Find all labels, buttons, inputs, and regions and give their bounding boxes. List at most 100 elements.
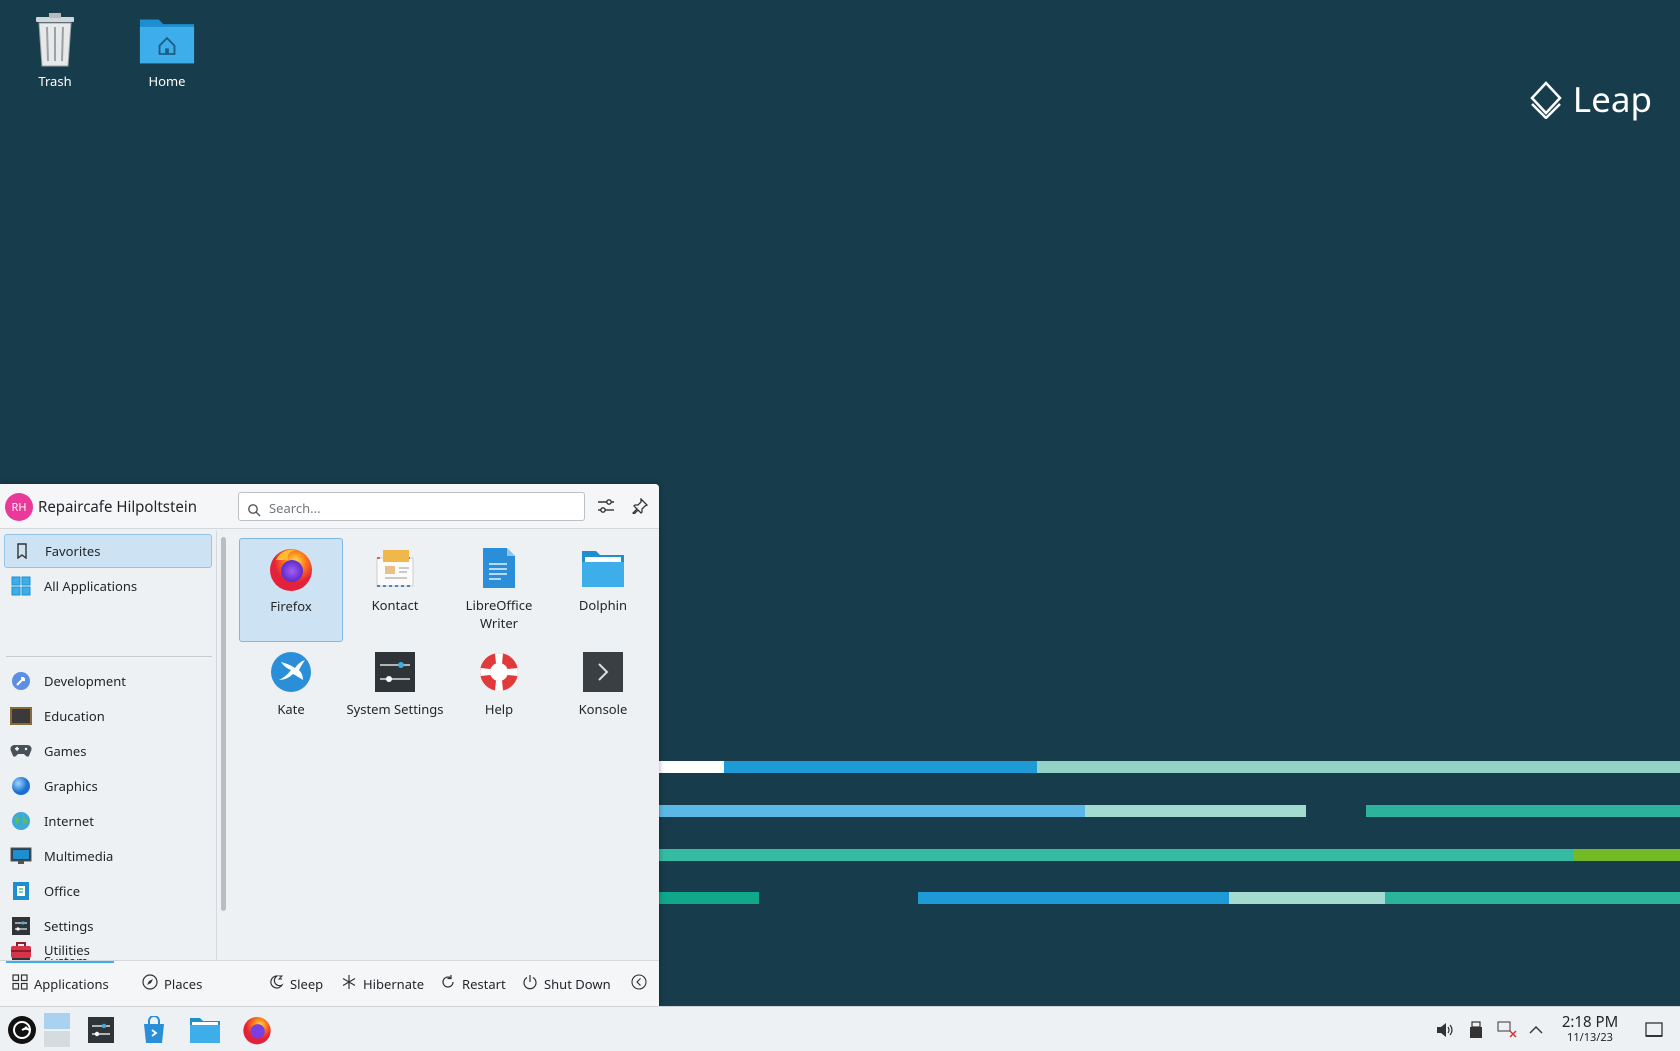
more-actions-button[interactable] (631, 974, 647, 994)
gamepad-icon (10, 740, 32, 762)
category-education[interactable]: Education (4, 699, 212, 733)
category-office[interactable]: Office (4, 874, 212, 908)
power-icon (522, 974, 538, 994)
home-folder-icon (139, 12, 195, 68)
development-icon (10, 670, 32, 692)
tab-label: Places (164, 975, 203, 993)
system-settings-icon (88, 1017, 114, 1043)
volume-button[interactable] (1428, 1013, 1462, 1047)
user-name: Repaircafe Hilpoltstein (38, 497, 197, 517)
search-input[interactable] (267, 498, 571, 518)
tab-label: Applications (34, 975, 109, 993)
globe-icon (10, 810, 32, 832)
app-kontact[interactable]: Kontact (343, 538, 447, 642)
usb-icon (1470, 1021, 1482, 1038)
category-label: Graphics (44, 777, 98, 795)
app-label: LibreOffice Writer (465, 596, 533, 632)
snowflake-icon (341, 974, 357, 994)
discover-icon (144, 1016, 164, 1043)
multimedia-icon (10, 845, 32, 867)
taskbar-firefox[interactable] (240, 1013, 274, 1047)
bookmark-icon (11, 540, 33, 562)
button-label: Shut Down (544, 975, 611, 993)
separator (6, 656, 212, 657)
folder-icon (190, 1018, 220, 1043)
system-settings-icon (371, 648, 419, 696)
help-icon (475, 648, 523, 696)
category-games[interactable]: Games (4, 734, 212, 768)
chevron-left-icon (631, 974, 647, 994)
tab-places[interactable]: Places (142, 974, 202, 994)
category-favorites[interactable]: Favorites (4, 534, 212, 568)
sidebar-scrollbar[interactable] (221, 537, 226, 911)
clock-time: 2:18 PM (1561, 1012, 1619, 1032)
category-multimedia[interactable]: Multimedia (4, 839, 212, 873)
pin-button[interactable] (628, 494, 652, 518)
clock-date: 11/13/23 (1567, 1030, 1613, 1045)
category-all-applications[interactable]: All Applications (4, 569, 212, 603)
opensuse-icon (8, 1016, 36, 1044)
show-hidden-tray-button[interactable] (1519, 1013, 1553, 1047)
sleep-button[interactable]: Sleep (268, 974, 323, 994)
app-system-settings[interactable]: System Settings (343, 642, 447, 746)
app-help[interactable]: Help (447, 642, 551, 746)
pager-icon (44, 1013, 70, 1047)
app-firefox[interactable]: Firefox (239, 538, 343, 642)
category-label: Office (44, 882, 81, 900)
category-graphics[interactable]: Graphics (4, 769, 212, 803)
taskbar-dolphin[interactable] (188, 1013, 222, 1047)
category-internet[interactable]: Internet (4, 804, 212, 838)
sleep-icon (268, 974, 284, 994)
writer-icon (475, 544, 523, 592)
search-box[interactable] (238, 492, 585, 521)
category-label: Favorites (45, 542, 101, 560)
app-label: Dolphin (578, 596, 628, 614)
button-label: Restart (462, 975, 506, 993)
app-label: Firefox (270, 597, 312, 615)
avatar[interactable]: RH (5, 493, 33, 521)
app-label: Kate (277, 700, 305, 718)
speaker-icon (1437, 1023, 1453, 1037)
app-label: System Settings (346, 700, 444, 718)
sidebar-divider (216, 531, 217, 961)
configure-button[interactable] (594, 494, 618, 518)
taskbar-discover[interactable] (137, 1013, 171, 1047)
leap-diamond-icon (1530, 80, 1562, 119)
taskbar-system-settings[interactable] (84, 1013, 118, 1047)
tab-applications[interactable]: Applications (12, 974, 109, 994)
category-label: Education (44, 707, 105, 725)
category-sidebar: Favorites All Applications Development E… (0, 529, 216, 944)
brand-text: Leap (1572, 76, 1652, 123)
launcher-button[interactable] (5, 1013, 39, 1047)
education-icon (10, 705, 32, 727)
category-development[interactable]: Development (4, 664, 212, 698)
pager-button[interactable] (40, 1013, 74, 1047)
trash-icon (27, 12, 83, 68)
usb-device-button[interactable] (1459, 1013, 1493, 1047)
show-desktop-button[interactable] (1637, 1013, 1671, 1047)
show-desktop-icon (1645, 1022, 1663, 1037)
pin-icon (632, 498, 648, 514)
app-libreoffice-writer[interactable]: LibreOffice Writer (447, 538, 551, 642)
category-label: Utilities (44, 941, 90, 959)
compass-icon (142, 974, 158, 994)
network-disconnected-icon (1497, 1021, 1517, 1038)
dolphin-icon (579, 544, 627, 592)
hibernate-button[interactable]: Hibernate (341, 974, 424, 994)
restart-button[interactable]: Restart (440, 974, 506, 994)
search-icon (247, 500, 261, 522)
app-kate[interactable]: Kate (239, 642, 343, 746)
digital-clock[interactable]: 2:18 PM 11/13/23 (1550, 1012, 1630, 1045)
leap-logo: Leap (1529, 76, 1652, 123)
category-label: Games (44, 742, 87, 760)
app-label: Help (484, 700, 514, 718)
grid-icon (12, 974, 28, 994)
button-label: Hibernate (363, 975, 425, 993)
app-dolphin[interactable]: Dolphin (551, 538, 655, 642)
shutdown-button[interactable]: Shut Down (522, 974, 611, 994)
app-label: Konsole (578, 700, 628, 718)
app-konsole[interactable]: Konsole (551, 642, 655, 746)
desktop-icon-home[interactable]: Home (122, 12, 212, 90)
desktop-icon-trash[interactable]: Trash (10, 12, 100, 90)
chevron-up-icon (1529, 1026, 1543, 1034)
